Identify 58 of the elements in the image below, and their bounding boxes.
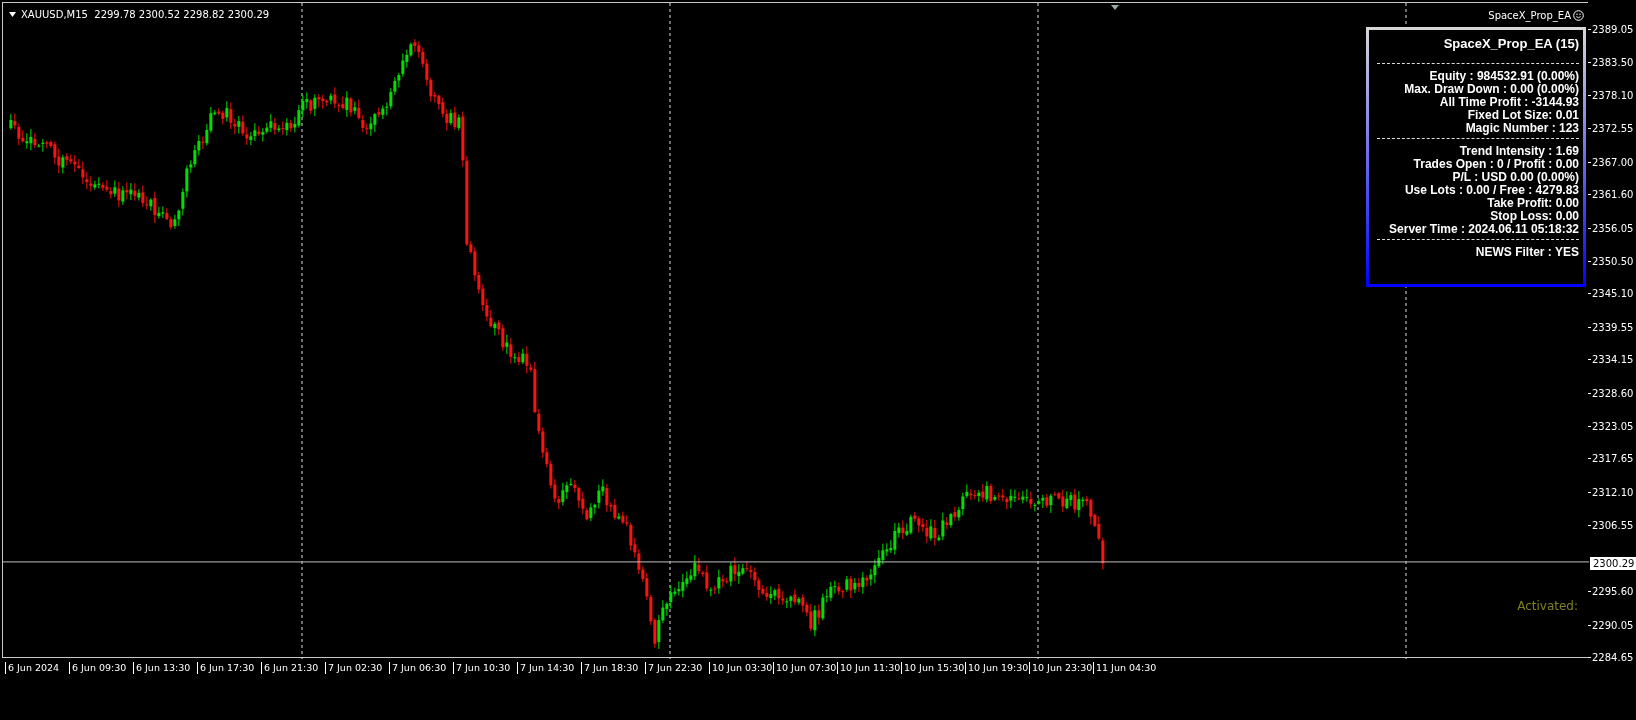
panel-line: Equity : 984532.91 (0.00%) — [1429, 70, 1579, 83]
price-label: 2383.50 — [1592, 57, 1634, 69]
panel-line: Use Lots : 0.00 / Free : 4279.83 — [1404, 184, 1579, 197]
status-text: Activated: — [1517, 598, 1578, 615]
price-label: 2350.50 — [1592, 255, 1634, 267]
time-label: 10 Jun 23:30 — [1032, 660, 1093, 675]
price-label: 2290.05 — [1592, 619, 1634, 631]
time-label: 10 Jun 03:30 — [712, 660, 773, 675]
price-label: 2312.10 — [1592, 486, 1634, 498]
price-label: 2339.55 — [1592, 321, 1634, 333]
panel-line: Take Profit: 0.00 — [1487, 197, 1579, 210]
price-label: 2328.60 — [1592, 387, 1634, 399]
time-label: 6 Jun 21:30 — [264, 660, 319, 675]
panel-line: Trades Open : 0 / Profit : 0.00 — [1413, 158, 1579, 171]
time-label: 10 Jun 11:30 — [840, 660, 901, 675]
price-label: 2306.55 — [1592, 520, 1634, 532]
panel-title: SpaceX_Prop_EA (15) — [1443, 37, 1579, 50]
panel-line: P/L : USD 0.00 (0.00%) — [1452, 171, 1579, 184]
panel-line: NEWS Filter : YES — [1475, 246, 1579, 259]
expert-name: SpaceX_Prop_EA — [1488, 9, 1571, 23]
panel-line: All Time Profit : -3144.93 — [1439, 96, 1579, 109]
time-label: 7 Jun 14:30 — [520, 660, 575, 675]
panel-line: Server Time : 2024.06.11 05:18:32 — [1389, 223, 1579, 236]
time-label: 10 Jun 15:30 — [904, 660, 965, 675]
price-label: 2334.15 — [1592, 354, 1634, 366]
current-price-label: 2300.29 — [1590, 556, 1636, 570]
panel-line: Stop Loss: 0.00 — [1490, 210, 1579, 223]
time-label: 7 Jun 22:30 — [648, 660, 703, 675]
time-label: 6 Jun 13:30 — [136, 660, 191, 675]
price-label: 2284.65 — [1592, 652, 1634, 663]
panel-line: Magic Number : 123 — [1465, 122, 1579, 135]
panel-line: Max. Draw Down : 0.00 (0.00%) — [1404, 83, 1579, 96]
price-label: 2295.60 — [1592, 586, 1634, 598]
price-label: 2389.05 — [1592, 24, 1634, 35]
time-label: 6 Jun 17:30 — [200, 660, 255, 675]
time-label: 6 Jun 2024 — [8, 660, 60, 675]
symbol-quote-text: XAUUSD,M15 2299.78 2300.52 2298.82 2300.29 — [21, 8, 270, 22]
price-label: 2361.60 — [1592, 189, 1634, 201]
time-label: 7 Jun 06:30 — [392, 660, 447, 675]
chart-shift-icon[interactable] — [1111, 5, 1119, 10]
price-label: 2367.00 — [1592, 156, 1634, 168]
time-label: 11 Jun 04:30 — [1096, 660, 1157, 675]
dropdown-icon[interactable] — [9, 12, 16, 17]
price-label: 2323.05 — [1592, 421, 1634, 432]
time-label: 6 Jun 09:30 — [72, 660, 127, 675]
time-label: 10 Jun 19:30 — [968, 660, 1029, 675]
price-label: 2317.65 — [1592, 453, 1634, 465]
price-label: 2372.55 — [1592, 123, 1634, 135]
panel-line: Trend Intensity : 1.69 — [1459, 145, 1579, 158]
panel-line: Fixed Lot Size: 0.01 — [1467, 109, 1579, 122]
time-label: 7 Jun 18:30 — [584, 660, 639, 675]
price-label: 2345.10 — [1592, 288, 1634, 300]
smiley-icon[interactable] — [1573, 10, 1584, 21]
time-label: 7 Jun 10:30 — [456, 660, 511, 675]
time-label: 7 Jun 02:30 — [328, 660, 383, 675]
price-label: 2378.10 — [1592, 89, 1634, 101]
price-label: 2356.05 — [1592, 222, 1634, 234]
time-label: 10 Jun 07:30 — [776, 660, 837, 675]
